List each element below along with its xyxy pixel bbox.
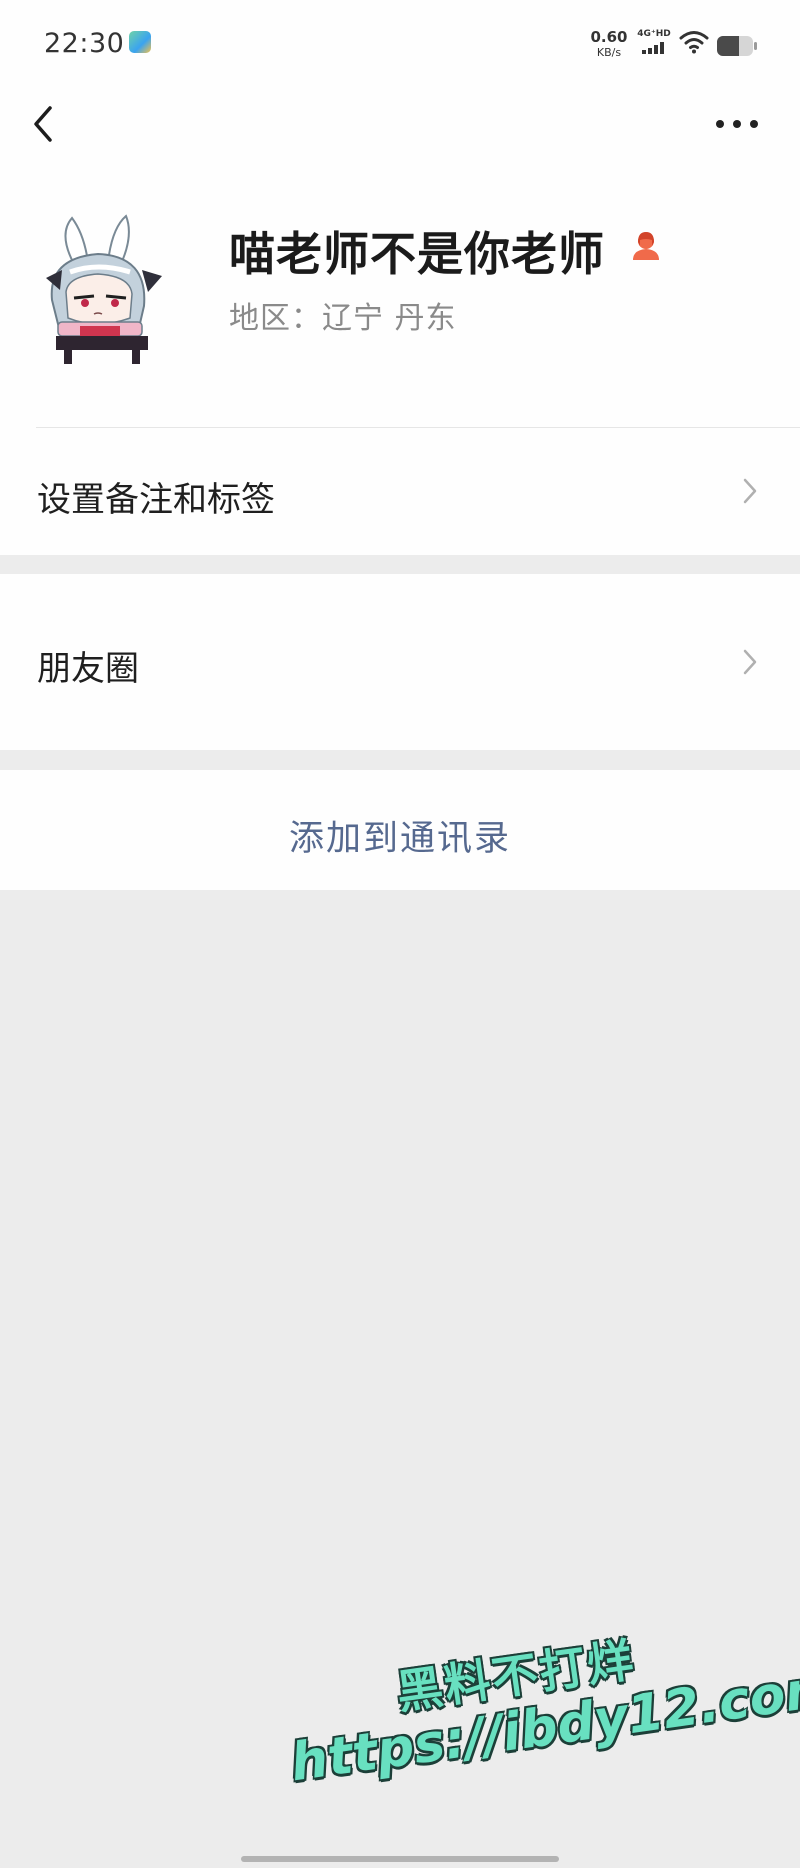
add-to-contacts-button[interactable]: 添加到通讯录 [0, 770, 800, 890]
status-time: 22:30 [44, 28, 125, 59]
profile-header-panel: 22:30 0.60 KB/s 4G⁺HD 喵老师不是你老师 地区：辽宁 丹东 … [0, 0, 800, 555]
avatar[interactable] [38, 214, 170, 364]
battery-icon [717, 36, 757, 56]
home-indicator[interactable] [241, 1856, 559, 1862]
set-remarks-and-tags-cell[interactable]: 设置备注和标签 [0, 428, 800, 554]
network-speed: 0.60 KB/s [588, 28, 630, 59]
moments-cell[interactable]: 朋友圈 [0, 574, 800, 750]
network-type-label: 4G⁺HD [637, 29, 671, 39]
network-indicator: 4G⁺HD [636, 30, 672, 54]
back-button[interactable] [26, 100, 62, 148]
contact-profile-screen: 22:30 0.60 KB/s 4G⁺HD 喵老师不是你老师 地区：辽宁 丹东 … [0, 0, 800, 1868]
network-speed-value: 0.60 [590, 28, 628, 46]
wifi-icon [679, 31, 709, 54]
female-icon [633, 232, 659, 260]
set-remarks-and-tags-label: 设置备注和标签 [37, 480, 275, 520]
signal-icon [642, 42, 664, 54]
contact-region: 地区：辽宁 丹东 [229, 301, 457, 336]
add-to-contacts-label: 添加到通讯录 [288, 819, 511, 859]
moments-label: 朋友圈 [37, 649, 139, 689]
more-options-button[interactable] [712, 112, 762, 136]
chevron-right-icon [743, 649, 757, 675]
app-notification-icon [129, 31, 151, 53]
contact-nickname: 喵老师不是你老师 [229, 227, 605, 281]
network-speed-unit: KB/s [596, 46, 622, 59]
chevron-right-icon [743, 478, 757, 504]
